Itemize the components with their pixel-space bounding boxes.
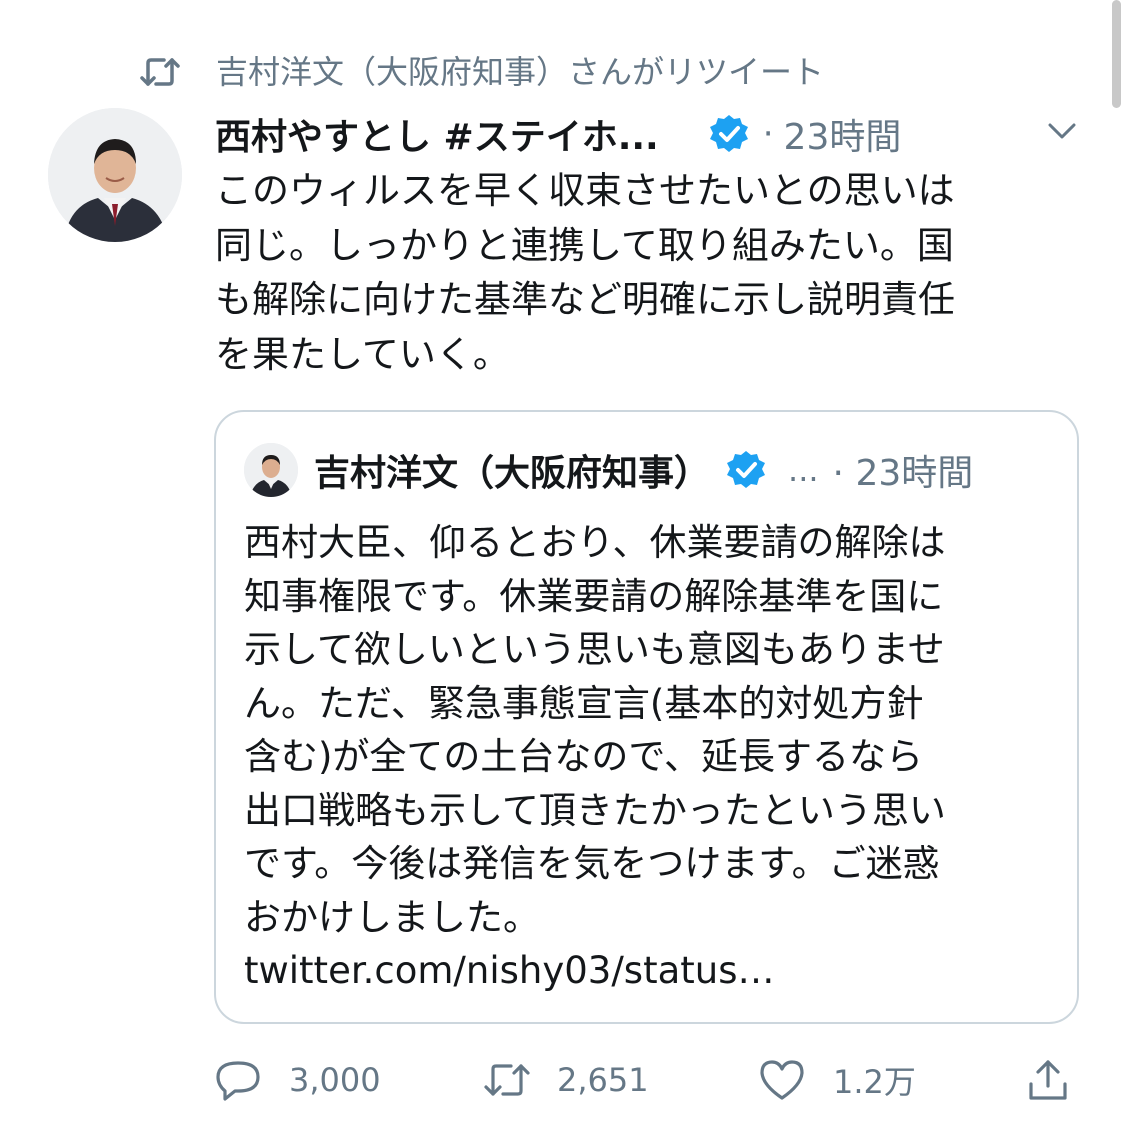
tweet-page: 吉村洋文（大阪府知事）さんがリツイート 西村やすとし #ステイホ... · 23… <box>0 0 1125 1128</box>
tweet-text-line: このウィルスを早く収束させたいとの思いは <box>215 169 955 212</box>
retweet-button[interactable]: 2,651 <box>483 1050 649 1110</box>
share-icon <box>1028 1056 1076 1104</box>
reply-count: 3,000 <box>289 1061 381 1099</box>
quoted-text-line: 知事権限です。休業要請の解除基準を国に <box>244 574 944 618</box>
share-button[interactable] <box>1028 1050 1102 1110</box>
tweet-text-line: も解除に向けた基準など明確に示し説明責任 <box>215 278 955 321</box>
quoted-tweet-text: 西村大臣、仰るとおり、休業要請の解除は 知事権限です。休業要請の解除基準を国に … <box>244 516 1054 998</box>
retweet-count: 2,651 <box>557 1061 649 1099</box>
quoted-text-line: おかけしました。 <box>244 895 540 939</box>
verified-badge-icon <box>709 114 749 154</box>
quoted-tweet-link[interactable]: twitter.com/nishy03/status… <box>244 944 1054 998</box>
separator-dot: · <box>762 114 774 154</box>
author-name[interactable]: 西村やすとし #ステイホ... <box>215 108 659 160</box>
scrollbar[interactable] <box>1112 0 1121 108</box>
reply-button[interactable]: 3,000 <box>215 1050 381 1110</box>
chevron-down-icon[interactable] <box>1045 114 1079 148</box>
tweet-text: このウィルスを早く収束させたいとの思いは 同じ。しっかりと連携して取り組みたい。… <box>215 164 1075 382</box>
like-button[interactable]: 1.2万 <box>759 1050 916 1110</box>
quoted-text-line: です。今後は発信を気をつけます。ご迷惑 <box>244 842 940 885</box>
reply-icon <box>215 1056 263 1104</box>
heart-icon <box>759 1056 807 1104</box>
retweet-icon <box>483 1056 531 1104</box>
author-avatar[interactable] <box>48 108 182 242</box>
tweet-header: 西村やすとし #ステイホ... · 23時間 <box>215 108 1085 160</box>
quoted-text-line: 出口戦略も示して頂きたかったという思い <box>244 788 946 832</box>
retweet-icon <box>140 52 186 92</box>
quoted-author-avatar[interactable] <box>244 443 298 497</box>
tweet-actions: 3,000 2,651 1.2万 <box>215 1050 1085 1110</box>
retweet-context[interactable]: 吉村洋文（大阪府知事）さんがリツイート <box>140 52 824 92</box>
quoted-text-line: 西村大臣、仰るとおり、休業要請の解除は <box>244 521 946 564</box>
tweet-text-line: を果たしていく。 <box>215 332 510 376</box>
quoted-tweet-time[interactable]: 23時間 <box>855 453 973 494</box>
quoted-text-line: 示して欲しいという思いも意図もありませ <box>244 628 945 671</box>
quoted-handle-truncated: ... <box>788 451 819 489</box>
quoted-author-name[interactable]: 吉村洋文（大阪府知事） <box>314 444 710 496</box>
verified-badge-icon <box>726 450 766 490</box>
quoted-text-line: ん。ただ、緊急事態宣言(基本的対処方針 <box>244 681 924 725</box>
tweet-text-line: 同じ。しっかりと連携して取り組みたい。国 <box>215 223 954 267</box>
like-count: 1.2万 <box>833 1063 916 1101</box>
quoted-tweet[interactable]: 吉村洋文（大阪府知事） ... · 23時間 西村大臣、仰るとおり、休業要請の解… <box>214 410 1079 1024</box>
quoted-tweet-header: 吉村洋文（大阪府知事） ... · 23時間 <box>244 442 1049 498</box>
quoted-text-line: 含む)が全ての土台なので、延長するなら <box>244 735 923 778</box>
retweet-context-text: 吉村洋文（大阪府知事）さんがリツイート <box>216 53 825 91</box>
tweet-time[interactable]: 23時間 <box>784 108 902 160</box>
separator-dot: · <box>832 453 844 494</box>
